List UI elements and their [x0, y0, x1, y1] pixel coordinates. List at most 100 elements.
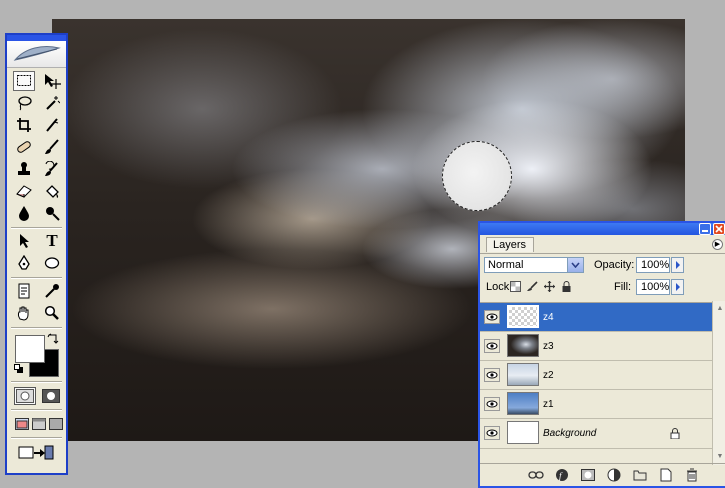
rectangular-marquee-tool-icon[interactable]: [13, 71, 35, 91]
jump-to-imageready-icon[interactable]: [16, 443, 56, 461]
dodge-tool-icon[interactable]: [41, 203, 63, 223]
chevron-down-icon[interactable]: [567, 258, 583, 272]
slice-tool-icon[interactable]: [41, 115, 63, 135]
lock-fill-row: Lock: Fill: 100%: [480, 276, 725, 298]
toolbox-divider: [11, 327, 62, 329]
layers-palette: Layers ▶ Normal Opacity: 100% Lock: Fill…: [478, 221, 725, 488]
layer-thumbnail-transparent: [507, 305, 539, 328]
lock-options: [510, 281, 572, 292]
lock-image-pixels-icon[interactable]: [527, 281, 538, 292]
ellipse-tool-icon[interactable]: [41, 253, 63, 273]
palette-menu-icon[interactable]: ▶: [712, 239, 723, 250]
healing-brush-tool-icon[interactable]: [13, 137, 35, 157]
new-layer-icon[interactable]: [658, 468, 674, 482]
opacity-label: Opacity:: [594, 259, 635, 271]
eye-icon[interactable]: [484, 368, 500, 382]
lock-transparent-pixels-icon[interactable]: [510, 281, 521, 292]
layer-list: z4 z3 z2 z1 Background: [480, 302, 725, 467]
path-selection-tool-icon[interactable]: [13, 231, 35, 251]
opacity-field[interactable]: 100%: [636, 257, 670, 273]
blur-tool-icon[interactable]: [13, 203, 35, 223]
lasso-tool-icon[interactable]: [13, 93, 35, 113]
magic-wand-tool-icon[interactable]: [41, 93, 63, 113]
eye-icon[interactable]: [484, 310, 500, 324]
type-tool-icon[interactable]: T: [41, 231, 63, 251]
layer-thumbnail-dark-sky: [507, 334, 539, 357]
pen-tool-icon[interactable]: [13, 253, 35, 273]
scroll-down-icon[interactable]: ▼: [714, 451, 725, 463]
layer-name: z1: [543, 399, 554, 410]
adjustment-layer-icon[interactable]: [606, 468, 622, 482]
layer-thumbnail-blue-sky: [507, 392, 539, 415]
foreground-color-swatch[interactable]: [15, 335, 45, 363]
history-brush-tool-icon[interactable]: [41, 159, 63, 179]
layer-thumbnail-light-sky: [507, 363, 539, 386]
default-colors-icon[interactable]: [14, 364, 24, 374]
toolbox-divider: [11, 409, 62, 411]
eye-icon[interactable]: [484, 397, 500, 411]
layer-name: z2: [543, 370, 554, 381]
full-screen-menu-mode-icon[interactable]: [31, 415, 47, 433]
layer-style-icon[interactable]: f: [554, 468, 570, 482]
minimize-button[interactable]: [699, 223, 711, 235]
notes-tool-icon[interactable]: [13, 281, 35, 301]
close-button[interactable]: [713, 223, 725, 235]
eye-icon[interactable]: [484, 426, 500, 440]
eraser-tool-icon[interactable]: [13, 181, 35, 201]
scroll-up-icon[interactable]: ▲: [714, 303, 725, 315]
swap-colors-icon[interactable]: [47, 333, 59, 345]
brush-tool-icon[interactable]: [41, 137, 63, 157]
layer-thumbnail-white: [507, 421, 539, 444]
toolbox-divider: [11, 227, 62, 229]
layer-row[interactable]: z1: [480, 390, 712, 419]
layer-name: Background: [543, 428, 597, 439]
standard-mode-icon[interactable]: [14, 387, 36, 405]
eyedropper-tool-icon[interactable]: [41, 281, 63, 301]
full-screen-mode-icon[interactable]: [48, 415, 64, 433]
toolbox-divider: [11, 437, 62, 439]
zoom-tool-icon[interactable]: [41, 303, 63, 323]
hand-tool-icon[interactable]: [13, 303, 35, 323]
delete-layer-icon[interactable]: [684, 468, 700, 482]
toolbox-panel: T: [5, 33, 68, 475]
blend-mode-select[interactable]: Normal: [484, 257, 584, 273]
circular-selection[interactable]: [442, 141, 512, 211]
layer-row[interactable]: z4: [480, 303, 712, 332]
opacity-slider-button[interactable]: [671, 257, 684, 273]
layer-row[interactable]: z3: [480, 332, 712, 361]
crop-tool-icon[interactable]: [13, 115, 35, 135]
link-layers-icon[interactable]: [528, 468, 544, 482]
layers-scrollbar[interactable]: ▲ ▼: [712, 301, 725, 465]
toolbox-divider: [11, 277, 62, 279]
standard-screen-mode-icon[interactable]: [14, 415, 30, 433]
photoshop-feather-logo[interactable]: [7, 41, 66, 68]
palette-tab-row: Layers ▶: [480, 235, 725, 254]
fill-slider-button[interactable]: [671, 279, 684, 295]
blend-mode-value: Normal: [488, 259, 524, 271]
fill-label: Fill:: [614, 281, 632, 293]
layer-name: z4: [543, 312, 554, 323]
paint-bucket-tool-icon[interactable]: [41, 181, 63, 201]
clone-stamp-tool-icon[interactable]: [13, 159, 35, 179]
layer-row[interactable]: Background: [480, 419, 712, 449]
layers-palette-titlebar[interactable]: [480, 223, 725, 235]
new-group-icon[interactable]: [632, 468, 648, 482]
lock-position-icon[interactable]: [544, 281, 555, 292]
quick-mask-mode-icon[interactable]: [40, 387, 62, 405]
jump-to-row: [7, 441, 66, 461]
color-swatches: [7, 333, 66, 377]
lock-all-icon[interactable]: [561, 281, 572, 292]
add-mask-icon[interactable]: [580, 468, 596, 482]
fill-field[interactable]: 100%: [636, 279, 670, 295]
layers-bottom-toolbar: f: [480, 463, 725, 486]
toolbox-divider: [11, 381, 62, 383]
blend-opacity-row: Normal Opacity: 100%: [480, 254, 725, 276]
eye-icon[interactable]: [484, 339, 500, 353]
move-tool-icon[interactable]: [41, 71, 63, 91]
layer-lock-icon: [670, 428, 680, 439]
lock-label: Lock:: [486, 281, 513, 293]
type-tool-glyph: T: [46, 231, 58, 250]
screen-mode-row: [7, 413, 66, 433]
tab-layers[interactable]: Layers: [486, 237, 534, 252]
layer-row[interactable]: z2: [480, 361, 712, 390]
